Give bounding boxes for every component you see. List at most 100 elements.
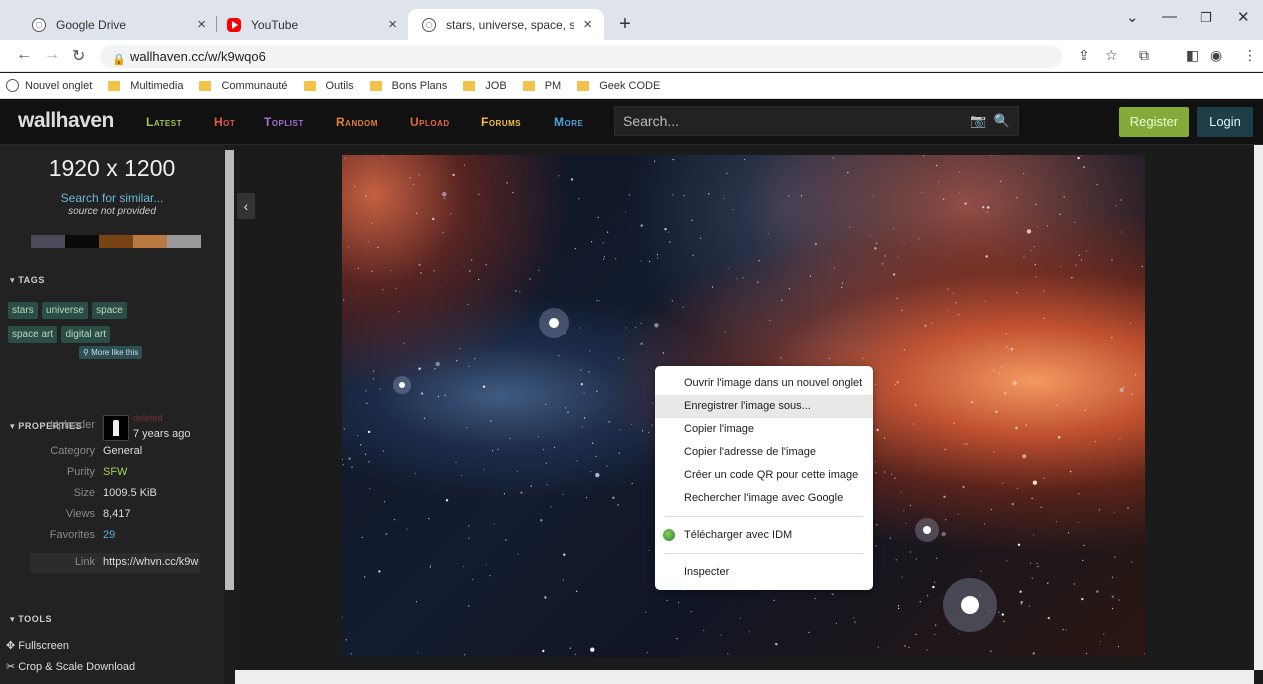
star (350, 653, 352, 655)
star (991, 155, 993, 156)
tools-heading[interactable]: TOOLS (10, 614, 52, 625)
sidebar-scrollbar-thumb[interactable] (225, 150, 234, 590)
browser-tab-strip: Google Drive × YouTube × stars, universe… (0, 0, 1263, 40)
star (987, 206, 990, 209)
nav-toplist[interactable]: Toplist (264, 115, 304, 129)
tag-digital-art[interactable]: digital art (61, 326, 111, 343)
nav-hot[interactable]: Hot (214, 115, 235, 129)
star (417, 652, 419, 654)
star (775, 643, 778, 646)
tab-google-drive[interactable]: Google Drive × (18, 9, 218, 40)
palette-swatch[interactable] (31, 235, 65, 248)
ctx-create-qr-code[interactable]: Créer un code QR pour cette image (655, 464, 873, 487)
menu-dots-icon[interactable]: ⋮ (1243, 47, 1257, 64)
ctx-copy-image-address[interactable]: Copier l'adresse de l'image (655, 441, 873, 464)
star (904, 645, 906, 647)
bookmark-folder-bons-plans[interactable]: Bons Plans (369, 80, 447, 92)
star (832, 157, 834, 159)
uploader-name[interactable]: deleted (133, 413, 163, 423)
nav-upload[interactable]: Upload (410, 115, 450, 129)
ctx-copy-image[interactable]: Copier l'image (655, 418, 873, 441)
nav-more[interactable]: More (554, 115, 583, 129)
search-input[interactable]: Search... 📷 🔍 (614, 106, 1019, 136)
nav-random[interactable]: Random (336, 115, 378, 129)
ctx-save-image-as[interactable]: Enregistrer l'image sous... (655, 395, 873, 418)
reload-icon[interactable]: ↻ (72, 46, 85, 66)
star (898, 607, 900, 609)
sidepanel-icon[interactable]: ◧ (1186, 47, 1199, 64)
bookmark-folder-outils[interactable]: Outils (303, 80, 354, 92)
register-button[interactable]: Register (1119, 107, 1189, 137)
bookmark-folder-pm[interactable]: PM (522, 80, 561, 92)
back-icon[interactable]: ← (16, 46, 32, 64)
bookmark-nouvel-onglet[interactable]: Nouvel onglet (6, 79, 92, 92)
new-tab-button[interactable]: + (612, 12, 638, 38)
star (955, 302, 957, 304)
share-icon[interactable]: ⇪ (1078, 47, 1090, 64)
star (1130, 393, 1133, 395)
star (1046, 225, 1049, 227)
star (485, 264, 487, 266)
login-button[interactable]: Login (1197, 107, 1253, 137)
close-icon[interactable]: × (583, 16, 592, 33)
search-icon[interactable]: 🔍 (994, 113, 1010, 128)
tag-universe[interactable]: universe (42, 302, 88, 319)
profile-avatar-icon[interactable]: ◉ (1210, 47, 1222, 64)
bookmark-folder-multimedia[interactable]: Multimedia (108, 80, 183, 92)
extensions-icon[interactable]: ⧉ (1139, 47, 1149, 64)
camera-icon[interactable]: 📷 (970, 113, 986, 128)
forward-icon[interactable]: → (44, 46, 60, 64)
tag-stars[interactable]: stars (8, 302, 38, 319)
ctx-search-image-google[interactable]: Rechercher l'image avec Google (655, 487, 873, 510)
crop-scale-download-tool[interactable]: ✂ Crop & Scale Download (6, 660, 135, 673)
star (1075, 264, 1077, 266)
address-bar[interactable]: 🔒 wallhaven.cc/w/k9wqo6 (100, 45, 1062, 68)
palette-swatch[interactable] (167, 235, 201, 248)
star (874, 383, 877, 385)
palette-swatch[interactable] (99, 235, 133, 248)
maximize-button[interactable]: ❐ (1200, 10, 1212, 26)
bookmark-folder-communaute[interactable]: Communauté (199, 80, 288, 92)
star (459, 347, 461, 350)
star (483, 468, 485, 471)
close-icon[interactable]: × (197, 16, 206, 33)
star (357, 434, 359, 437)
star (652, 402, 654, 404)
tags-heading[interactable]: TAGS (10, 275, 45, 286)
tab-youtube[interactable]: YouTube × (213, 9, 409, 40)
bookmark-folder-geek-code[interactable]: Geek CODE (577, 80, 660, 92)
nav-latest[interactable]: Latest (146, 115, 182, 129)
search-placeholder: Search... (623, 113, 680, 129)
nav-forums[interactable]: Forums (481, 115, 521, 129)
bookmark-star-icon[interactable]: ☆ (1105, 47, 1118, 64)
ctx-download-with-idm[interactable]: Télécharger avec IDM (655, 524, 873, 547)
palette-swatch[interactable] (133, 235, 167, 248)
tag-space-art[interactable]: space art (8, 326, 58, 343)
star (455, 461, 457, 463)
close-icon[interactable]: × (388, 16, 397, 33)
page-vertical-scrollbar[interactable] (1254, 145, 1263, 670)
collapse-sidebar-button[interactable]: ‹ (237, 193, 255, 219)
palette-swatch[interactable] (65, 235, 99, 248)
viewer-horizontal-scrollbar[interactable] (235, 670, 1254, 684)
short-link-value[interactable]: https://whvn.cc/k9wc (103, 556, 199, 568)
more-like-this-button[interactable]: ⚲ More like this (79, 346, 143, 359)
ctx-open-image-new-tab[interactable]: Ouvrir l'image dans un nouvel onglet (655, 372, 873, 395)
fullscreen-tool[interactable]: ✥ Fullscreen (6, 639, 69, 652)
bookmark-folder-job[interactable]: JOB (463, 80, 507, 92)
search-similar-link[interactable]: Search for similar... (0, 191, 224, 205)
star (474, 358, 476, 360)
chevron-down-icon[interactable]: ⌄ (1126, 8, 1139, 26)
wallhaven-logo[interactable]: wallhaven (18, 109, 114, 133)
tab-wallhaven-active[interactable]: stars, universe, space, space art × (408, 9, 604, 40)
favorites-value[interactable]: 29 (103, 529, 115, 541)
star (645, 611, 647, 613)
star (342, 458, 343, 460)
tag-space[interactable]: space (92, 302, 127, 319)
ctx-inspect[interactable]: Inspecter (655, 561, 873, 584)
uploader-avatar[interactable] (103, 415, 129, 441)
close-window-button[interactable]: ✕ (1237, 8, 1250, 26)
star (1065, 629, 1067, 631)
star (452, 173, 455, 177)
minimize-button[interactable]: — (1162, 8, 1177, 25)
